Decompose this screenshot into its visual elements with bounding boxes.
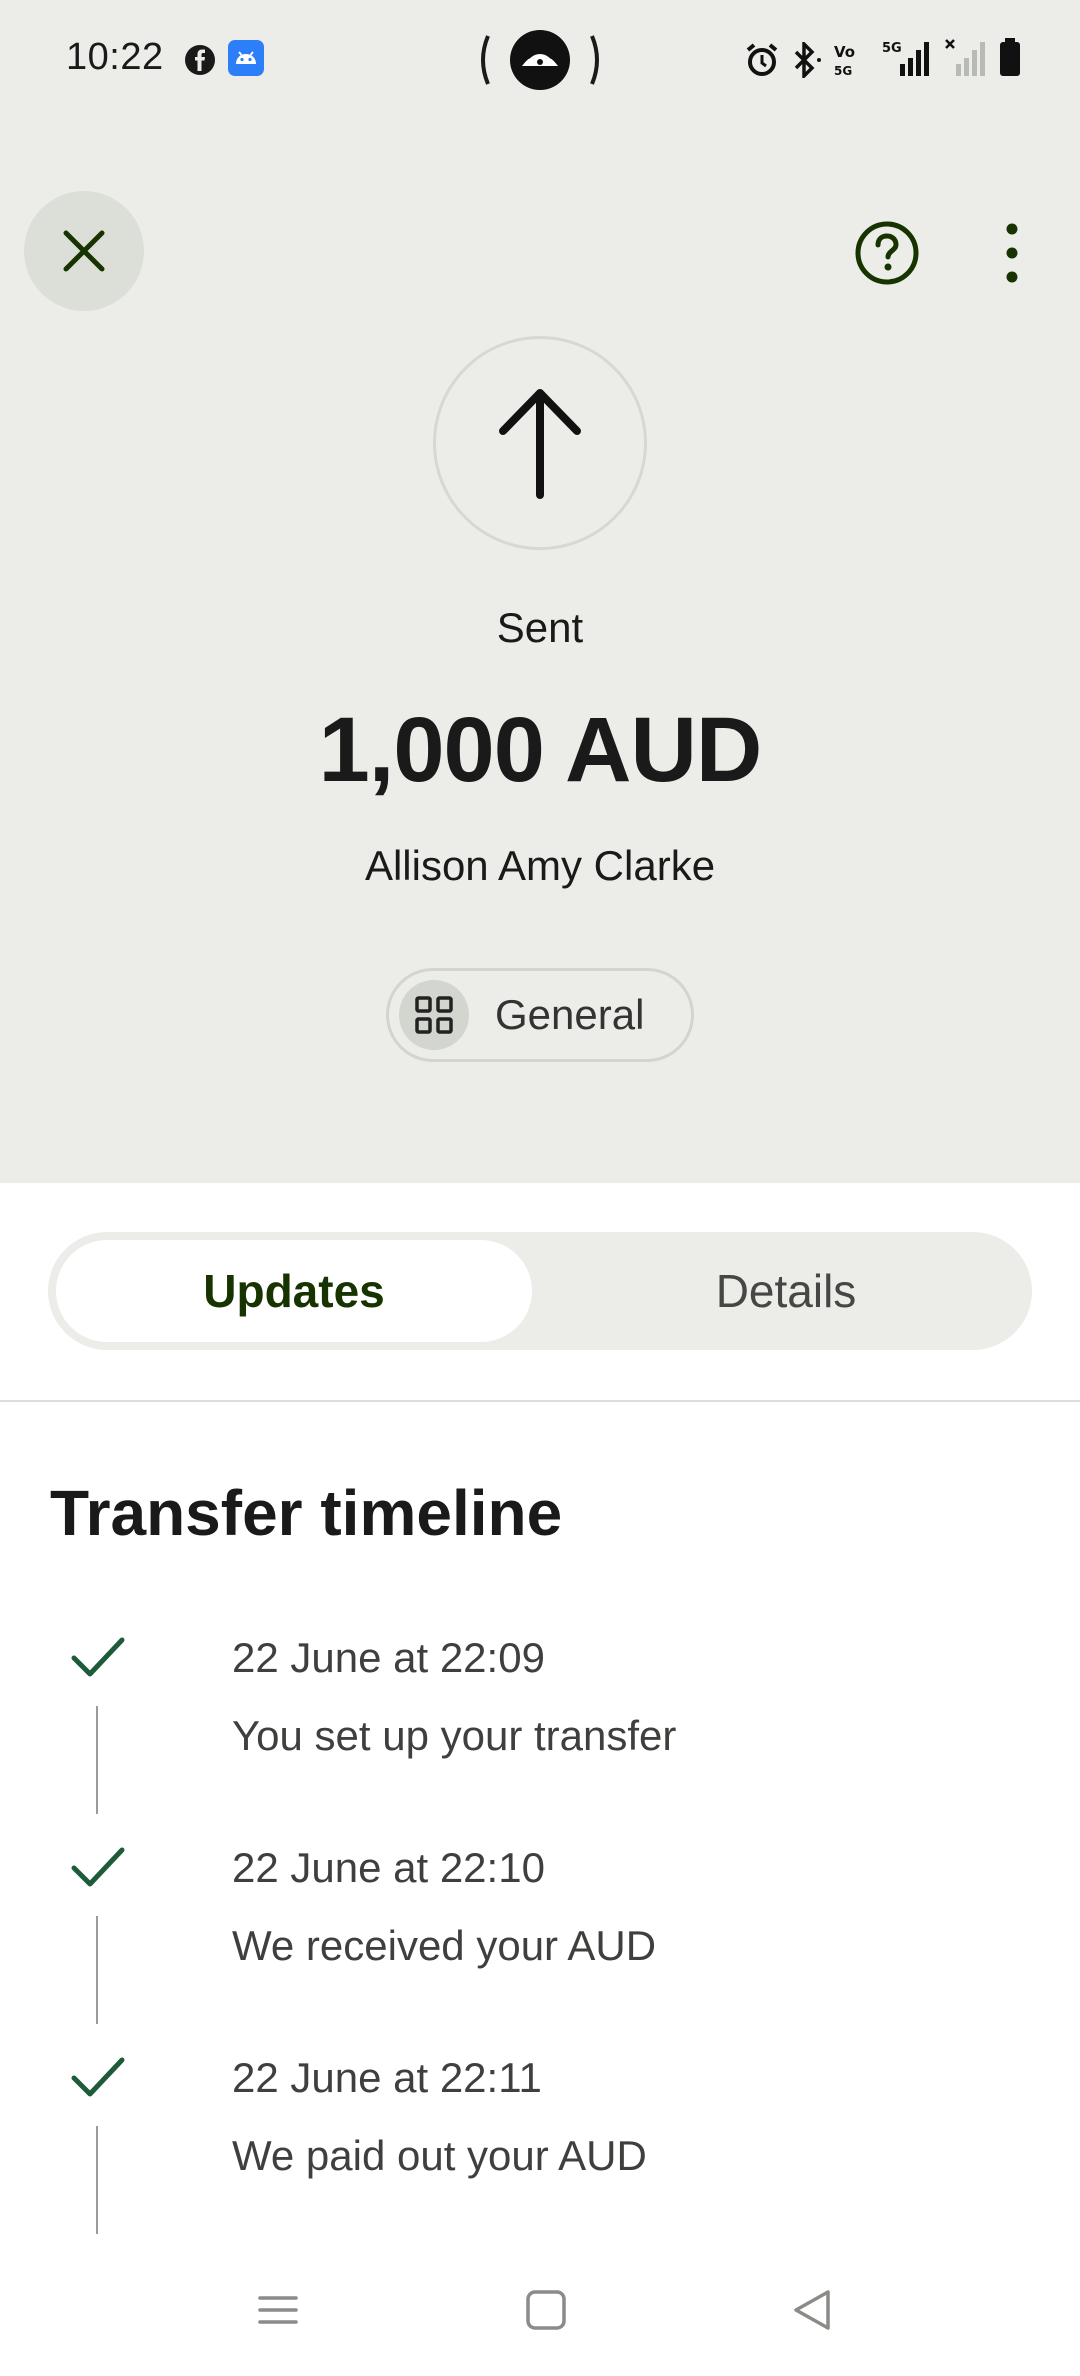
- tab-updates[interactable]: Updates: [56, 1240, 532, 1342]
- system-nav-bar: [0, 2240, 1080, 2376]
- help-icon[interactable]: [854, 220, 920, 286]
- transaction-direction-badge: [433, 336, 647, 550]
- home-icon[interactable]: [516, 2280, 576, 2340]
- timeline-date: 22 June at 22:10: [232, 1844, 545, 1891]
- recents-icon[interactable]: [248, 2280, 308, 2340]
- category-chip[interactable]: General: [386, 968, 694, 1062]
- alarm-icon: [746, 43, 778, 76]
- timeline-text: You set up your transfer: [232, 1712, 677, 1759]
- volte-icon: Vo 5G: [834, 43, 855, 78]
- hotspot-icon: [481, 30, 599, 90]
- close-icon: [63, 230, 105, 272]
- timeline-title: Transfer timeline: [50, 1477, 563, 1549]
- recipient-name: Allison Amy Clarke: [364, 842, 716, 889]
- status-time: 10:22: [66, 36, 164, 78]
- grid-icon: [399, 980, 469, 1050]
- signal-no-sim-icon: [945, 39, 985, 76]
- more-vertical-icon[interactable]: [994, 220, 1030, 286]
- timeline-date: 22 June at 22:11: [232, 2054, 542, 2101]
- status-bar: 10:22 Vo 5G 5G: [0, 0, 1080, 120]
- timeline-connector: [96, 1706, 98, 1814]
- signal-5g-icon: 5G: [882, 41, 929, 76]
- svg-text:5G: 5G: [882, 41, 902, 56]
- divider: [0, 1400, 1080, 1402]
- svg-text:Vo: Vo: [834, 43, 855, 61]
- tab-details[interactable]: Details: [548, 1240, 1024, 1342]
- timeline-date: 22 June at 22:09: [232, 1634, 545, 1681]
- check-icon: [71, 1847, 125, 1887]
- transaction-amount: 1,000 AUD: [318, 699, 763, 801]
- facebook-icon: [185, 45, 215, 75]
- timeline-text: We paid out your AUD: [232, 2132, 647, 2179]
- battery-icon: [1000, 38, 1020, 76]
- close-button[interactable]: [24, 191, 144, 311]
- check-icon: [71, 1637, 125, 1677]
- transaction-status: Sent: [496, 604, 584, 651]
- segmented-tabs: Updates Details: [48, 1232, 1032, 1350]
- check-icon: [71, 2057, 125, 2097]
- svg-text:5G: 5G: [834, 64, 852, 78]
- android-icon: [228, 40, 264, 76]
- timeline-connector: [96, 1916, 98, 2024]
- timeline-text: We received your AUD: [232, 1922, 657, 1969]
- category-label: General: [495, 991, 645, 1038]
- bluetooth-icon: [794, 42, 821, 78]
- back-icon[interactable]: [782, 2280, 842, 2340]
- timeline-connector: [96, 2126, 98, 2234]
- arrow-up-icon: [499, 389, 581, 499]
